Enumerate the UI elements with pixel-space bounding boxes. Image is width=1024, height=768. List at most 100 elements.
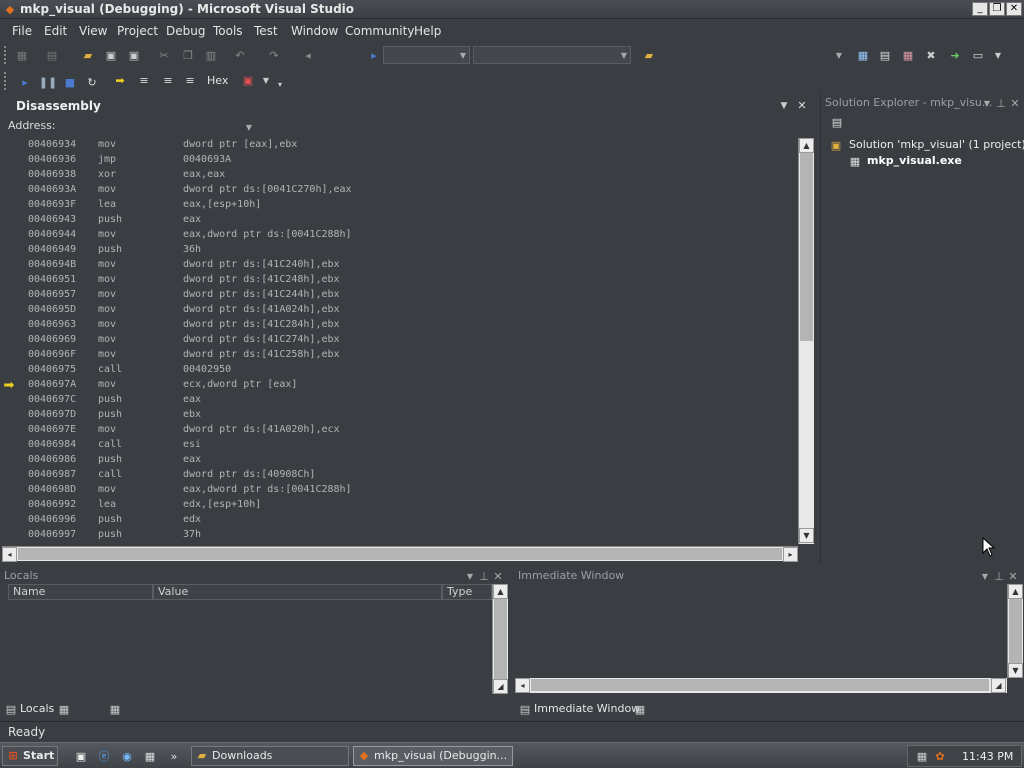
scroll-up-button[interactable]: ▲	[799, 138, 814, 153]
tray-app-icon[interactable]: ✿	[932, 748, 948, 764]
column-header-value[interactable]: Value	[153, 584, 442, 600]
restore-button[interactable]: ❐	[989, 2, 1005, 16]
solution-explorer-icon[interactable]: ▦	[855, 47, 871, 63]
breakpoints-window-icon[interactable]: ▣	[240, 72, 256, 88]
properties-icon[interactable]: ▤	[829, 114, 845, 130]
scroll-up-button[interactable]: ▲	[493, 584, 508, 599]
menu-test[interactable]: Test	[254, 24, 278, 38]
window-position-icon[interactable]: ▼	[776, 98, 792, 114]
toolbox-icon[interactable]: ✖	[923, 47, 939, 63]
close-icon[interactable]: ✕	[794, 97, 810, 113]
scroll-down-button[interactable]: ▼	[799, 528, 814, 543]
output-tab-icon[interactable]: ▦	[632, 701, 648, 717]
find-in-files-icon[interactable]: ▰	[641, 47, 657, 63]
stop-debugging-icon[interactable]: ■	[62, 74, 78, 90]
step-over-icon[interactable]: ≡	[160, 72, 176, 88]
open-file-icon[interactable]: ▰	[80, 47, 96, 63]
project-node[interactable]: mkp_visual.exe	[867, 154, 962, 167]
autos-tab-icon[interactable]: ▦	[56, 701, 72, 717]
scroll-thumb[interactable]	[800, 153, 813, 341]
navigate-back-icon[interactable]: ◂	[300, 47, 316, 63]
immediate-window-panel[interactable]: Immediate Window ▼ ⊥ ✕ ▲ ▼ ◂ ◢	[513, 566, 1024, 696]
menu-debug[interactable]: Debug	[166, 24, 205, 38]
cut-icon[interactable]: ✂	[156, 47, 172, 63]
start-page-icon[interactable]: ➜	[947, 47, 963, 63]
toolbar-grip[interactable]	[4, 72, 7, 90]
address-input[interactable]: ▼	[56, 118, 256, 136]
solution-platform-combo[interactable]: ▼	[473, 46, 631, 64]
scroll-thumb[interactable]	[18, 548, 782, 560]
scroll-thumb[interactable]	[531, 679, 989, 691]
start-button[interactable]: ⊞ Start	[2, 746, 58, 766]
scroll-thumb[interactable]	[1009, 599, 1022, 663]
copy-icon[interactable]: ❐	[180, 47, 196, 63]
hex-toggle-button[interactable]: Hex	[207, 74, 228, 87]
column-header-name[interactable]: Name	[8, 584, 153, 600]
locals-tab[interactable]: Locals	[20, 702, 54, 715]
menu-window[interactable]: Window	[291, 24, 338, 38]
toolbar-options-chevron-icon[interactable]: ▼	[990, 47, 1006, 63]
taskbar-vs-button[interactable]: ◆ mkp_visual (Debuggin...	[353, 746, 513, 766]
network-icon[interactable]: ▦	[914, 748, 930, 764]
close-icon[interactable]: ✕	[1005, 568, 1021, 584]
show-next-statement-icon[interactable]: ➡	[112, 72, 128, 88]
column-header-type[interactable]: Type	[442, 584, 492, 600]
properties-icon[interactable]: ▤	[877, 47, 893, 63]
object-browser-icon[interactable]: ▦	[900, 47, 916, 63]
scroll-left-button[interactable]: ◂	[2, 547, 17, 562]
menu-view[interactable]: View	[79, 24, 107, 38]
menu-file[interactable]: File	[12, 24, 32, 38]
quick-launch-icon[interactable]: ▦	[142, 748, 158, 764]
watch-tab-icon[interactable]: ▦	[107, 701, 123, 717]
add-item-icon[interactable]: ▤	[44, 47, 60, 63]
toolbar-options-chevron-icon[interactable]: ▾	[272, 76, 288, 92]
minimize-button[interactable]: _	[972, 2, 988, 16]
disassembly-vertical-scrollbar[interactable]: ▲ ▼	[798, 138, 814, 544]
immediate-horizontal-scrollbar[interactable]: ◂ ◢	[515, 678, 1007, 693]
menu-edit[interactable]: Edit	[44, 24, 67, 38]
close-icon[interactable]: ✕	[1007, 95, 1023, 111]
solution-config-combo[interactable]: ▼	[383, 46, 470, 64]
save-all-icon[interactable]: ▣	[126, 47, 142, 63]
step-into-icon[interactable]: ≡	[136, 72, 152, 88]
break-all-icon[interactable]: ❚❚	[39, 74, 57, 90]
close-button[interactable]: ✕	[1006, 2, 1022, 16]
redo-icon[interactable]: ↷	[266, 47, 282, 63]
immediate-window-tab[interactable]: Immediate Window	[534, 702, 640, 715]
disassembly-horizontal-scrollbar[interactable]: ◂ ▸	[2, 546, 798, 562]
continue-icon[interactable]: ▸	[17, 74, 33, 90]
quick-launch-overflow-icon[interactable]: »	[166, 748, 182, 764]
disassembly-tab[interactable]: Disassembly	[16, 99, 101, 113]
show-desktop-icon[interactable]: ▣	[73, 748, 89, 764]
menu-community[interactable]: Community	[345, 24, 414, 38]
scroll-thumb[interactable]	[494, 599, 507, 679]
taskbar-downloads-button[interactable]: ▰ Downloads	[191, 746, 349, 766]
close-icon[interactable]: ✕	[490, 568, 506, 584]
undo-icon[interactable]: ↶	[232, 47, 248, 63]
menu-help[interactable]: Help	[414, 24, 441, 38]
menu-tools[interactable]: Tools	[213, 24, 243, 38]
title-bar[interactable]: ◆ mkp_visual (Debugging) - Microsoft Vis…	[0, 0, 1024, 19]
resize-grip-button[interactable]: ◢	[991, 678, 1006, 693]
step-out-icon[interactable]: ≡	[182, 72, 198, 88]
scroll-up-button[interactable]: ▲	[1008, 584, 1023, 599]
locals-scrollbar[interactable]: ▲ ◢	[492, 584, 508, 694]
solution-node[interactable]: Solution 'mkp_visual' (1 project)	[849, 138, 1024, 151]
disassembly-code[interactable]: 00406934 mov dword ptr [eax],ebx 00406936 jm…	[18, 138, 798, 544]
quick-launch-icon[interactable]: ◉	[119, 748, 135, 764]
immediate-vertical-scrollbar[interactable]: ▲ ▼	[1007, 584, 1023, 678]
command-window-icon[interactable]: ▭	[970, 47, 986, 63]
toolbar-grip[interactable]	[4, 46, 7, 64]
save-icon[interactable]: ▣	[103, 47, 119, 63]
internet-explorer-icon[interactable]: ⓔ	[96, 748, 112, 764]
resize-grip-button[interactable]: ◢	[493, 679, 508, 694]
scroll-down-button[interactable]: ▼	[1008, 663, 1023, 678]
find-combo[interactable]: ▼	[662, 46, 846, 64]
restart-icon[interactable]: ↻	[84, 74, 100, 90]
paste-icon[interactable]: ▥	[203, 47, 219, 63]
new-project-icon[interactable]: ▦	[14, 47, 30, 63]
scroll-right-button[interactable]: ▸	[783, 547, 798, 562]
scroll-left-button[interactable]: ◂	[515, 678, 530, 693]
start-debugging-icon[interactable]: ▸	[366, 47, 382, 63]
menu-project[interactable]: Project	[117, 24, 158, 38]
